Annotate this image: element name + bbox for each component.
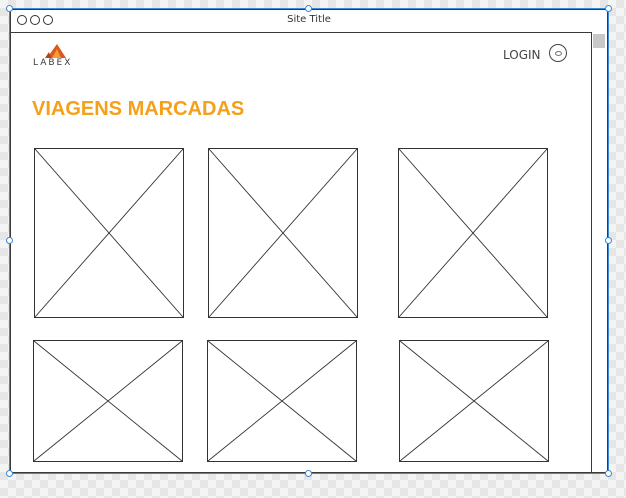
trip-image-placeholder[interactable] xyxy=(208,148,358,318)
image-placeholder-icon xyxy=(35,149,183,317)
login-link[interactable]: LOGIN xyxy=(503,48,541,62)
resize-handle-left[interactable] xyxy=(6,237,13,244)
trip-image-placeholder[interactable] xyxy=(33,340,183,462)
image-placeholder-icon xyxy=(34,341,182,461)
user-icon[interactable] xyxy=(549,44,567,62)
user-icon-detail xyxy=(555,51,562,56)
trip-image-placeholder[interactable] xyxy=(398,148,548,318)
resize-handle-bottom[interactable] xyxy=(305,470,312,477)
resize-handle-bottom-right[interactable] xyxy=(605,470,612,477)
vertical-scrollbar[interactable] xyxy=(591,32,607,472)
trip-image-placeholder[interactable] xyxy=(399,340,549,462)
browser-window: Site Title LABEX LOGIN VIAGENS MARCADAS xyxy=(10,9,608,473)
resize-handle-top-right[interactable] xyxy=(605,5,612,12)
image-placeholder-icon xyxy=(399,149,547,317)
trip-image-placeholder[interactable] xyxy=(207,340,357,462)
window-titlebar: Site Title xyxy=(11,10,607,33)
image-placeholder-icon xyxy=(209,149,357,317)
logo-text: LABEX xyxy=(33,58,73,68)
resize-handle-top-left[interactable] xyxy=(6,5,13,12)
scrollbar-thumb[interactable] xyxy=(593,34,605,48)
page-title: VIAGENS MARCADAS xyxy=(32,98,245,120)
trip-image-placeholder[interactable] xyxy=(34,148,184,318)
window-title: Site Title xyxy=(287,14,331,25)
resize-handle-right[interactable] xyxy=(605,237,612,244)
resize-handle-bottom-left[interactable] xyxy=(6,470,13,477)
image-placeholder-icon xyxy=(400,341,548,461)
resize-handle-top[interactable] xyxy=(305,5,312,12)
image-placeholder-icon xyxy=(208,341,356,461)
